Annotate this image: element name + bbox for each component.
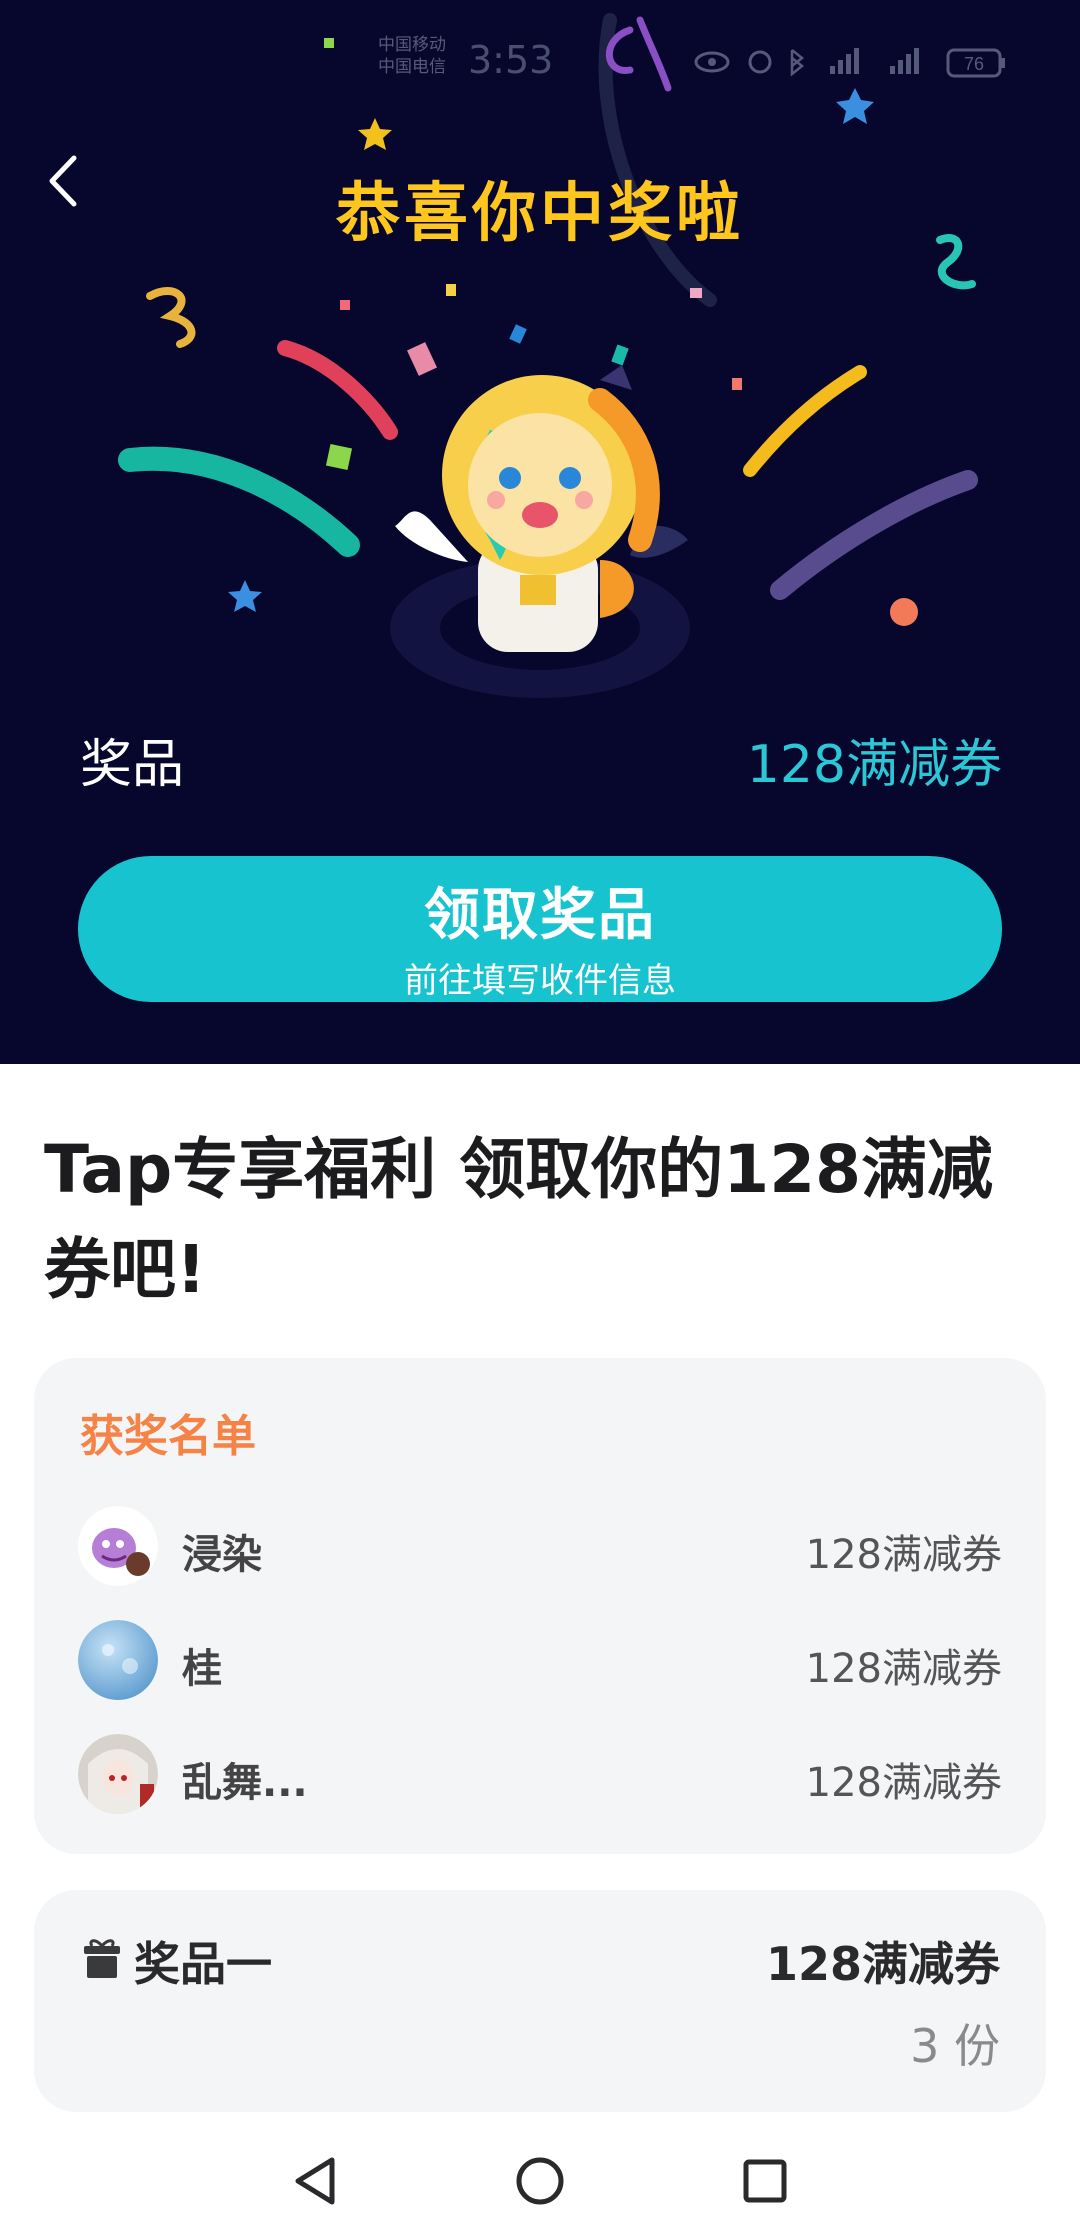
prize-detail-label: 奖品一 bbox=[134, 1937, 272, 1991]
triangle-back-icon bbox=[295, 2157, 335, 2205]
gift-icon bbox=[84, 1939, 120, 1978]
alarm-icon bbox=[748, 50, 772, 74]
system-nav-bar bbox=[0, 2136, 1080, 2228]
winner-name: 乱舞... bbox=[182, 1760, 308, 1806]
nav-back-button[interactable] bbox=[280, 2146, 350, 2216]
winner-prize: 128满减券 bbox=[805, 1760, 1002, 1806]
status-icons: 76 bbox=[694, 48, 1005, 78]
nav-recents-button[interactable] bbox=[730, 2146, 800, 2216]
battery-icon: 76 bbox=[946, 48, 1005, 78]
prize-detail-value: 128满减券 bbox=[765, 1937, 1000, 1991]
page-headline: Tap专享福利 领取你的128满减券吧! bbox=[44, 1131, 994, 1308]
claim-button-sublabel: 前往填写收件信息 bbox=[404, 961, 676, 1001]
square-recents-icon bbox=[743, 2159, 787, 2203]
circle-home-icon bbox=[516, 2157, 564, 2205]
winner-prize: 128满减券 bbox=[805, 1646, 1002, 1692]
congrats-title: 恭喜你中奖啦 bbox=[336, 177, 744, 251]
prize-label: 奖品 bbox=[80, 735, 185, 795]
nav-home-button[interactable] bbox=[505, 2146, 575, 2216]
avatar[interactable] bbox=[78, 1506, 158, 1586]
claim-button-label: 领取奖品 bbox=[424, 883, 656, 948]
signal-icon bbox=[830, 48, 859, 74]
winner-name: 浸染 bbox=[182, 1532, 262, 1578]
status-time: 3:53 bbox=[468, 38, 554, 82]
prize-value: 128满减券 bbox=[746, 735, 1002, 795]
winner-name: 桂 bbox=[182, 1646, 222, 1692]
winner-row: 浸染 128满减券 bbox=[78, 1506, 1002, 1590]
eye-icon bbox=[694, 51, 730, 73]
prize-detail-count: 3 份 bbox=[910, 2019, 1000, 2073]
winners-list-card: 获奖名单 浸染 128满减券 桂 128满减券 乱舞... 128满减券 bbox=[34, 1358, 1046, 1854]
winner-prize: 128满减券 bbox=[805, 1532, 1002, 1578]
avatar[interactable] bbox=[78, 1620, 158, 1700]
carrier-text: 中国移动 中国电信 bbox=[378, 35, 446, 77]
bluetooth-icon bbox=[790, 49, 805, 77]
avatar[interactable] bbox=[78, 1734, 158, 1814]
celebration-illustration bbox=[118, 13, 978, 698]
winners-title: 获奖名单 bbox=[80, 1411, 256, 1462]
prize-detail-card: 奖品一 128满减券 3 份 bbox=[34, 1890, 1046, 2112]
winner-row: 乱舞... 128满减券 bbox=[78, 1734, 1002, 1818]
claim-prize-button[interactable]: 领取奖品 前往填写收件信息 bbox=[78, 856, 1002, 1002]
winner-row: 桂 128满减券 bbox=[78, 1620, 1002, 1704]
signal-icon-2 bbox=[890, 48, 919, 74]
status-bar: 中国移动 中国电信 3:53 76 bbox=[0, 0, 1080, 110]
battery-level: 76 bbox=[964, 54, 984, 74]
prize-hero: 中国移动 中国电信 3:53 76 恭喜你中奖啦 奖品 128满减券 领取奖品 … bbox=[0, 0, 1080, 1064]
